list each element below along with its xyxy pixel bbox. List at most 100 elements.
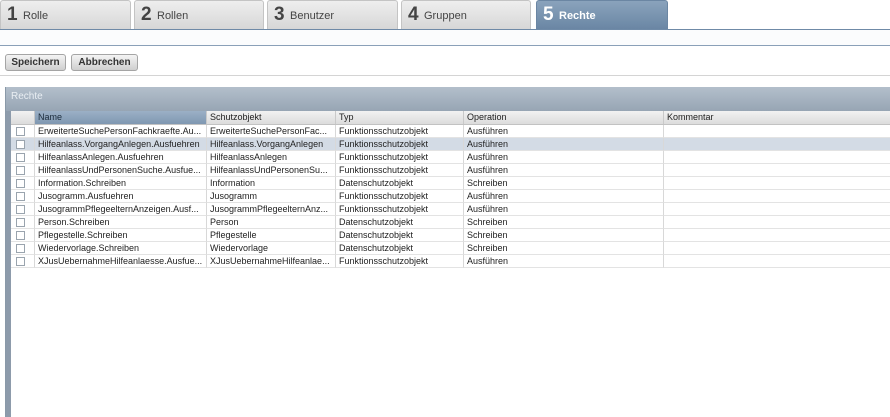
column-header-schutzobjekt[interactable]: Schutzobjekt: [207, 111, 336, 124]
panel-title: Rechte: [11, 91, 43, 102]
step-number: 2: [141, 4, 152, 25]
table-row[interactable]: XJusUebernahmeHilfeanlaesse.Ausfue... XJu…: [11, 255, 890, 268]
row-select-cell: [11, 177, 35, 190]
row-checkbox[interactable]: [16, 205, 25, 214]
cell-operation: Schreiben: [464, 242, 664, 255]
cell-typ: Funktionsschutzobjekt: [336, 255, 464, 268]
cell-operation: Ausführen: [464, 190, 664, 203]
cell-name: XJusUebernahmeHilfeanlaesse.Ausfue...: [35, 255, 207, 268]
toolbar-divider: [0, 75, 890, 76]
table-row[interactable]: HilfeanlassUndPersonenSuche.Ausfue... Hil…: [11, 164, 890, 177]
cell-typ: Funktionsschutzobjekt: [336, 164, 464, 177]
save-button[interactable]: Speichern: [5, 54, 66, 71]
row-checkbox[interactable]: [16, 179, 25, 188]
row-select-cell: [11, 255, 35, 268]
row-select-cell: [11, 229, 35, 242]
cell-schutzobjekt: Person: [207, 216, 336, 229]
row-select-cell: [11, 203, 35, 216]
row-checkbox[interactable]: [16, 140, 25, 149]
step-tab-gruppen[interactable]: 4 Gruppen: [401, 0, 531, 29]
row-select-cell: [11, 190, 35, 203]
cell-kommentar: [664, 216, 890, 229]
table-header: Name Schutzobjekt Typ Operation Kommenta…: [11, 111, 890, 125]
cell-typ: Funktionsschutzobjekt: [336, 125, 464, 138]
cell-operation: Schreiben: [464, 229, 664, 242]
cell-typ: Datenschutzobjekt: [336, 242, 464, 255]
cell-kommentar: [664, 242, 890, 255]
cell-name: Information.Schreiben: [35, 177, 207, 190]
cell-typ: Datenschutzobjekt: [336, 229, 464, 242]
cell-schutzobjekt: Information: [207, 177, 336, 190]
column-header-typ[interactable]: Typ: [336, 111, 464, 124]
row-checkbox[interactable]: [16, 257, 25, 266]
step-tab-benutzer[interactable]: 3 Benutzer: [267, 0, 398, 29]
step-tab-rollen[interactable]: 2 Rollen: [134, 0, 264, 29]
step-number: 1: [7, 4, 18, 25]
cell-typ: Datenschutzobjekt: [336, 216, 464, 229]
cell-schutzobjekt: JusogrammPflegeelternAnz...: [207, 203, 336, 216]
cell-name: ErweiterteSuchePersonFachkraefte.Au...: [35, 125, 207, 138]
cell-schutzobjekt: Jusogramm: [207, 190, 336, 203]
row-checkbox[interactable]: [16, 244, 25, 253]
cell-kommentar: [664, 203, 890, 216]
cell-operation: Ausführen: [464, 138, 664, 151]
table-row[interactable]: Information.Schreiben Information Datensch…: [11, 177, 890, 190]
row-checkbox[interactable]: [16, 192, 25, 201]
cell-typ: Funktionsschutzobjekt: [336, 190, 464, 203]
cell-operation: Ausführen: [464, 164, 664, 177]
step-label: Gruppen: [424, 10, 467, 22]
row-select-cell: [11, 138, 35, 151]
cell-schutzobjekt: Wiedervorlage: [207, 242, 336, 255]
table-row[interactable]: Jusogramm.Ausfuehren Jusogramm Funktionssc…: [11, 190, 890, 203]
cell-name: Hilfeanlass.VorgangAnlegen.Ausfuehren: [35, 138, 207, 151]
step-label: Rechte: [559, 10, 596, 22]
cell-kommentar: [664, 255, 890, 268]
cell-typ: Funktionsschutzobjekt: [336, 138, 464, 151]
column-header-name[interactable]: Name: [35, 111, 207, 124]
row-checkbox[interactable]: [16, 166, 25, 175]
cell-schutzobjekt: ErweiterteSuchePersonFac...: [207, 125, 336, 138]
table-row[interactable]: HilfeanlassAnlegen.Ausfuehren Hilfeanlass…: [11, 151, 890, 164]
row-checkbox[interactable]: [16, 218, 25, 227]
cell-kommentar: [664, 164, 890, 177]
row-select-cell: [11, 242, 35, 255]
cell-typ: Funktionsschutzobjekt: [336, 203, 464, 216]
table-row[interactable]: Person.Schreiben Person Datenschutzobjekt S…: [11, 216, 890, 229]
step-number: 5: [543, 4, 554, 25]
cell-operation: Ausführen: [464, 151, 664, 164]
cancel-button[interactable]: Abbrechen: [71, 54, 138, 71]
cell-operation: Ausführen: [464, 125, 664, 138]
cell-name: HilfeanlassUndPersonenSuche.Ausfue...: [35, 164, 207, 177]
table-row[interactable]: ErweiterteSuchePersonFachkraefte.Au... Er…: [11, 125, 890, 138]
step-number: 3: [274, 4, 285, 25]
cell-schutzobjekt: HilfeanlassUndPersonenSu...: [207, 164, 336, 177]
step-tab-rechte[interactable]: 5 Rechte: [536, 0, 668, 29]
table-row[interactable]: Pflegestelle.Schreiben Pflegestelle Datens…: [11, 229, 890, 242]
select-column-header[interactable]: [11, 111, 35, 124]
cell-schutzobjekt: Hilfeanlass.VorgangAnlegen: [207, 138, 336, 151]
row-select-cell: [11, 164, 35, 177]
cell-operation: Ausführen: [464, 255, 664, 268]
panel-header: Rechte: [6, 87, 890, 111]
step-tab-rolle[interactable]: 1 Rolle: [0, 0, 131, 29]
cell-operation: Ausführen: [464, 203, 664, 216]
column-header-kommentar[interactable]: Kommentar: [664, 111, 890, 124]
cell-kommentar: [664, 190, 890, 203]
column-header-operation[interactable]: Operation: [464, 111, 664, 124]
cell-typ: Datenschutzobjekt: [336, 177, 464, 190]
table-row[interactable]: Hilfeanlass.VorgangAnlegen.Ausfuehren Hil…: [11, 138, 890, 151]
cell-name: Wiedervorlage.Schreiben: [35, 242, 207, 255]
row-checkbox[interactable]: [16, 153, 25, 162]
cell-name: Pflegestelle.Schreiben: [35, 229, 207, 242]
step-label: Benutzer: [290, 10, 335, 22]
row-checkbox[interactable]: [16, 127, 25, 136]
table-row[interactable]: Wiedervorlage.Schreiben Wiedervorlage Date…: [11, 242, 890, 255]
cell-name: HilfeanlassAnlegen.Ausfuehren: [35, 151, 207, 164]
table-row[interactable]: JusogrammPflegeelternAnzeigen.Ausf... Jus…: [11, 203, 890, 216]
row-checkbox[interactable]: [16, 231, 25, 240]
cell-name: Jusogramm.Ausfuehren: [35, 190, 207, 203]
cell-schutzobjekt: HilfeanlassAnlegen: [207, 151, 336, 164]
row-select-cell: [11, 125, 35, 138]
step-label: Rolle: [23, 10, 49, 22]
step-number: 4: [408, 4, 419, 25]
